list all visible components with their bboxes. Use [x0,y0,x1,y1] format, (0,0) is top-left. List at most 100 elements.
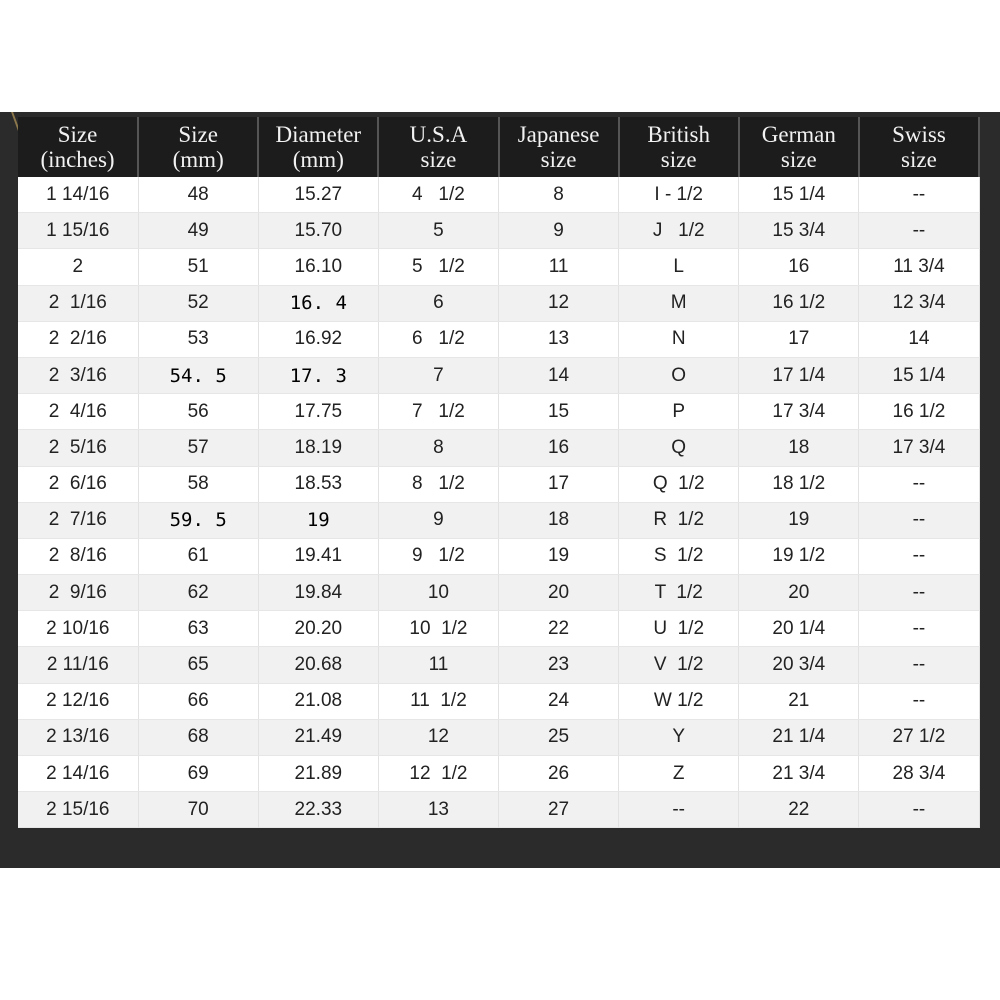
table-cell: 52 [138,285,259,322]
table-cell: 19 1/2 [738,538,860,576]
table-cell: 18 [738,429,860,467]
table-cell: 18 1/2 [738,466,860,503]
table-cell: 21.49 [258,719,379,757]
table-cell: 15 3/4 [738,212,860,250]
table-cell: 2 2/16 [18,321,139,358]
table-cell: 21 1/4 [738,719,860,757]
table-cell: 56 [138,393,259,431]
table-cell: 20 [498,574,620,612]
column-header-line: Size [57,122,98,147]
table-cell: 11 [378,646,500,684]
table-cell: 6 [378,285,500,322]
table-cell: 13 [498,321,620,358]
table-cell: 16.10 [258,248,379,286]
table-cell: 7 [378,357,500,395]
table-cell: 11 [498,248,620,286]
table-cell: 9 [378,502,500,539]
table-cell: 17 [738,321,860,358]
table-cell: 8 [498,177,620,214]
table-cell: 18 [498,502,620,539]
table-row: 1 15/16 49 15.70 5 9 J 1/2 15 3/4 -- [18,212,980,250]
table-cell: 16 [498,429,620,467]
column-header: Size (inches) [18,117,140,177]
table-cell: 15.70 [258,212,379,250]
table-cell: 28 3/4 [858,755,980,793]
table-cell: 8 1/2 [378,466,500,503]
table-cell: 16. 4 [258,285,379,322]
table-cell: 23 [498,646,620,684]
table-cell: 14 [498,357,620,395]
table-cell: W 1/2 [618,683,740,720]
column-header-line: (mm) [172,147,224,172]
table-cell: 26 [498,755,620,793]
table-cell: 61 [138,538,259,576]
table-cell: 16 [738,248,860,286]
table-row: 2 15/16 70 22.33 13 27 -- 22 -- [18,791,980,829]
table-header-row: Size (inches) Size (mm) Diameter (mm) U.S.A siz… [18,117,981,177]
table-cell: -- [858,791,980,829]
table-cell: 2 1/16 [18,285,139,322]
table-cell: 57 [138,429,259,467]
column-header-line: German [761,122,836,147]
column-header-line: size [420,147,457,172]
table-cell: 11 1/2 [378,683,500,720]
table-cell: 20.68 [258,646,379,684]
table-row: 2 9/16 62 19.84 10 20 T 1/2 20 -- [18,574,980,612]
table-cell: 20 1/4 [738,610,860,648]
table-cell: U 1/2 [618,610,740,648]
table-cell: 19.84 [258,574,379,612]
table-cell: 48 [138,177,259,214]
table-cell: -- [858,683,980,720]
table-cell: 58 [138,466,259,503]
table-cell: 4 1/2 [378,177,500,214]
table-cell: 7 1/2 [378,393,500,431]
table-cell: 17 3/4 [738,393,860,431]
table-row: 2 5/16 57 18.19 8 16 Q 18 17 3/4 [18,429,980,467]
table-cell: 62 [138,574,259,612]
table-cell: -- [858,574,980,612]
table-cell: 21 [738,683,860,720]
column-header-line: size [780,147,817,172]
table-row: 2 12/16 66 21.08 11 1/2 24 W 1/2 21 -- [18,683,980,720]
table-cell: 17 [498,466,620,503]
table-cell: 27 1/2 [858,719,980,757]
table-cell: 16 1/2 [738,285,860,322]
column-header: British size [618,117,740,177]
table-cell: 2 8/16 [18,538,139,576]
table-row: 2 10/16 63 20.20 10 1/2 22 U 1/2 20 1/4 -- [18,610,980,648]
table-cell: 63 [138,610,259,648]
table-row: 2 51 16.10 5 1/2 11 L 16 11 3/4 [18,248,980,286]
table-cell: 20 [738,574,860,612]
table-cell: 17.75 [258,393,379,431]
table-cell: -- [858,538,980,576]
table-cell: 11 3/4 [858,248,980,286]
table-row: 2 4/16 56 17.75 7 1/2 15 P 17 3/4 16 1/2 [18,393,980,431]
table-cell: 6 1/2 [378,321,500,358]
ring-size-table: Size (inches) Size (mm) Diameter (mm) U.S.A siz… [18,117,981,829]
table-cell: 2 [18,248,139,286]
table-cell: 15.27 [258,177,379,214]
table-row: 2 1/16 52 16. 4 6 12 M 16 1/2 12 3/4 [18,285,980,322]
table-cell: 2 15/16 [18,791,139,829]
table-cell: 10 1/2 [378,610,500,648]
column-header-line: British [647,122,710,147]
table-cell: 16.92 [258,321,379,358]
column-header-line: size [540,147,577,172]
column-header: Size (mm) [138,117,260,177]
table-cell: 59. 5 [138,502,259,539]
table-cell: 20 3/4 [738,646,860,684]
table-cell: 16 1/2 [858,393,980,431]
column-header-line: U.S.A [409,122,468,147]
table-row: 2 2/16 53 16.92 6 1/2 13 N 17 14 [18,321,980,358]
table-cell: 27 [498,791,620,829]
table-cell: O [618,357,740,395]
table-cell: 9 1/2 [378,538,500,576]
table-cell: 69 [138,755,259,793]
column-header: Swiss size [858,117,981,177]
table-cell: 15 1/4 [738,177,860,214]
table-cell: 1 14/16 [18,177,139,214]
table-cell: 22.33 [258,791,379,829]
table-cell: L [618,248,740,286]
table-cell: 5 1/2 [378,248,500,286]
table-cell: Q [618,429,740,467]
